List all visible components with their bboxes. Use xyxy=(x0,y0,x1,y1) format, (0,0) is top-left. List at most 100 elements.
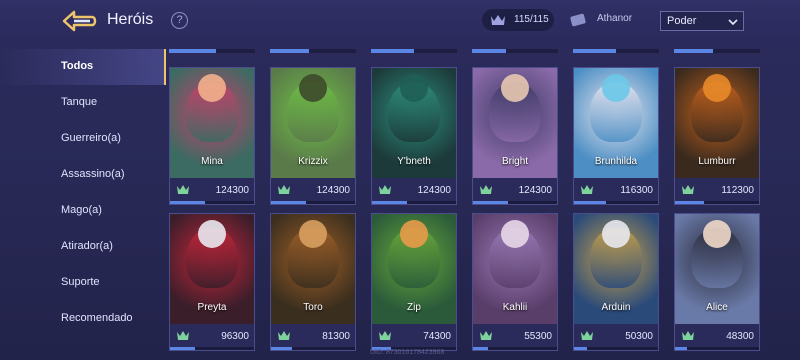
help-icon[interactable]: ? xyxy=(171,12,188,29)
role-sidebar: Todos Tanque Guerreiro(a) Assassino(a) Mago(… xyxy=(0,44,168,360)
hero-stats: 50300 xyxy=(574,324,658,350)
sidebar-item-label: Assassino(a) xyxy=(61,168,125,180)
previous-row-progress xyxy=(674,49,760,53)
mastery-progress xyxy=(170,201,206,204)
sidebar-item-0[interactable]: Todos xyxy=(0,49,166,85)
mastery-icon xyxy=(177,185,189,194)
hero-card[interactable]: Alice 48300 xyxy=(674,213,760,351)
sidebar-item-label: Tanque xyxy=(61,96,98,108)
page-title: Heróis xyxy=(107,11,154,28)
sidebar-item-label: Todos xyxy=(61,60,94,72)
hero-card[interactable]: Toro 81300 xyxy=(270,213,356,351)
mastery-icon xyxy=(682,331,694,340)
sort-dropdown[interactable]: Poder xyxy=(660,11,744,31)
hero-name: Bright xyxy=(501,156,529,167)
player-tag: Athanor xyxy=(569,9,713,33)
sidebar-item-4[interactable]: Mago(a) xyxy=(0,193,166,229)
hero-name: Kahlii xyxy=(502,302,528,313)
mastery-progress xyxy=(675,347,687,350)
hero-power: 124300 xyxy=(518,185,552,196)
previous-row-progress xyxy=(573,49,659,53)
player-name: Athanor xyxy=(597,13,633,24)
sidebar-item-label: Atirador(a) xyxy=(61,240,113,252)
hero-name: Alice xyxy=(706,302,728,313)
hero-card[interactable]: Kahlii 55300 xyxy=(472,213,558,351)
hero-stats: 112300 xyxy=(675,178,759,204)
uid-label: UID: 873016178423968 xyxy=(370,349,445,356)
hero-power: 50300 xyxy=(625,331,653,342)
hero-card[interactable]: Lumburr 112300 xyxy=(674,67,760,205)
mastery-icon xyxy=(379,331,391,340)
hero-name: Toro xyxy=(303,302,323,313)
active-indicator xyxy=(164,49,166,85)
sidebar-item-label: Recomendado xyxy=(61,312,133,324)
hero-card[interactable]: Zip 74300 xyxy=(371,213,457,351)
hero-card[interactable]: Preyta 96300 xyxy=(169,213,255,351)
hero-stats: 124300 xyxy=(170,178,254,204)
previous-row-progress xyxy=(270,49,356,53)
mastery-progress xyxy=(170,347,196,350)
mastery-progress xyxy=(574,347,587,350)
hero-stats: 124300 xyxy=(271,178,355,204)
mastery-progress xyxy=(271,201,307,204)
mastery-progress xyxy=(473,347,489,350)
hero-card[interactable]: Y'bneth 124300 xyxy=(371,67,457,205)
hero-power: 96300 xyxy=(221,331,249,342)
sidebar-item-label: Guerreiro(a) xyxy=(61,132,121,144)
hero-name: Preyta xyxy=(197,302,227,313)
hero-name: Zip xyxy=(407,302,421,313)
sidebar-item-1[interactable]: Tanque xyxy=(0,85,166,121)
hero-name: Krizzix xyxy=(298,156,328,167)
hero-card[interactable]: Arduin 50300 xyxy=(573,213,659,351)
hero-stats: 116300 xyxy=(574,178,658,204)
mastery-icon xyxy=(278,331,290,340)
sidebar-item-6[interactable]: Suporte xyxy=(0,265,166,301)
sidebar-item-label: Mago(a) xyxy=(61,204,102,216)
mastery-progress xyxy=(271,347,292,350)
hero-count-text: 115/115 xyxy=(514,14,549,25)
previous-row-progress xyxy=(472,49,558,53)
hero-card[interactable]: Bright 124300 xyxy=(472,67,558,205)
sidebar-item-3[interactable]: Assassino(a) xyxy=(0,157,166,193)
hero-power: 124300 xyxy=(215,185,249,196)
hero-stats: 48300 xyxy=(675,324,759,350)
mastery-progress xyxy=(372,201,408,204)
previous-row-progress xyxy=(169,49,255,53)
sidebar-item-5[interactable]: Atirador(a) xyxy=(0,229,166,265)
hero-count-badge: 115/115 xyxy=(482,9,554,31)
sidebar-item-7[interactable]: Recomendado xyxy=(0,301,166,337)
previous-row-progress xyxy=(371,49,457,53)
hero-power: 124300 xyxy=(417,185,451,196)
mastery-icon xyxy=(177,331,189,340)
hero-power: 48300 xyxy=(726,331,754,342)
crown-icon xyxy=(491,15,505,25)
hero-stats: 74300 xyxy=(372,324,456,350)
hero-card[interactable]: Mina 124300 xyxy=(169,67,255,205)
sidebar-item-2[interactable]: Guerreiro(a) xyxy=(0,121,166,157)
hero-card[interactable]: Brunhilda 116300 xyxy=(573,67,659,205)
mastery-progress xyxy=(574,201,606,204)
hero-stats: 124300 xyxy=(372,178,456,204)
mastery-icon xyxy=(480,331,492,340)
hero-card[interactable]: Krizzix 124300 xyxy=(270,67,356,205)
hero-stats: 81300 xyxy=(271,324,355,350)
top-bar: Heróis ? 115/115 Athanor Poder xyxy=(0,0,800,44)
mastery-icon xyxy=(581,185,593,194)
mastery-icon xyxy=(581,331,593,340)
sidebar-item-label: Suporte xyxy=(61,276,100,288)
hero-power: 124300 xyxy=(316,185,350,196)
hero-stats: 55300 xyxy=(473,324,557,350)
hero-power: 74300 xyxy=(423,331,451,342)
hero-name: Brunhilda xyxy=(594,156,638,167)
hero-name: Arduin xyxy=(601,302,631,313)
hero-power: 81300 xyxy=(322,331,350,342)
chevron-down-icon xyxy=(728,19,738,26)
hero-stats: 124300 xyxy=(473,178,557,204)
hero-grid: Mina 124300 Krizzix 124300 Y'bneth 124300 Brig… xyxy=(168,44,800,360)
hero-power: 55300 xyxy=(524,331,552,342)
hero-power: 112300 xyxy=(721,185,754,196)
hero-stats: 96300 xyxy=(170,324,254,350)
hero-name: Lumburr xyxy=(698,156,736,167)
mastery-icon xyxy=(278,185,290,194)
back-arrow-icon[interactable] xyxy=(60,8,100,34)
